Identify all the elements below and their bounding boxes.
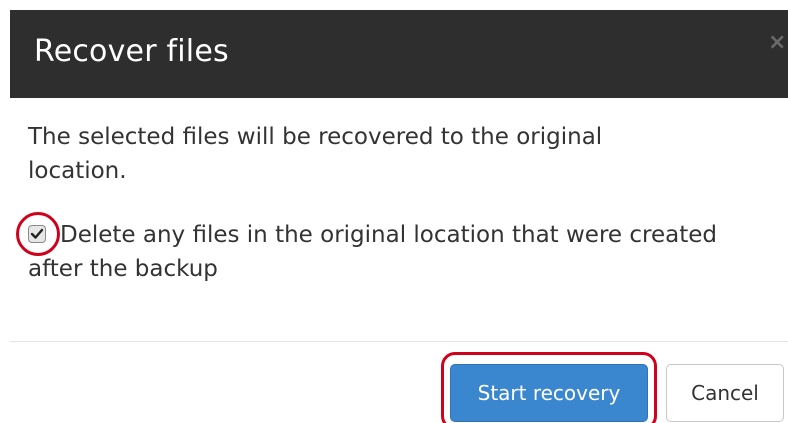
dialog-body: The selected files will be recovered to …: [16, 120, 768, 282]
footer-divider: [10, 341, 788, 342]
delete-newer-files-checkbox[interactable]: [28, 225, 46, 243]
recover-files-dialog: Recover files × The selected files will …: [0, 0, 788, 423]
checkmark-icon: [30, 228, 44, 239]
start-recovery-button[interactable]: Start recovery: [450, 364, 648, 422]
delete-newer-files-label[interactable]: Delete any files in the original locatio…: [28, 218, 728, 286]
dialog-header: Recover files ×: [10, 10, 788, 98]
cancel-button[interactable]: Cancel: [666, 364, 784, 422]
close-icon[interactable]: ×: [768, 32, 786, 54]
dialog-title: Recover files: [34, 34, 229, 69]
checkbox-highlight-ring: [16, 212, 60, 256]
dialog-message: The selected files will be recovered to …: [28, 124, 603, 184]
delete-newer-files-option[interactable]: Delete any files in the original locatio…: [16, 212, 768, 286]
